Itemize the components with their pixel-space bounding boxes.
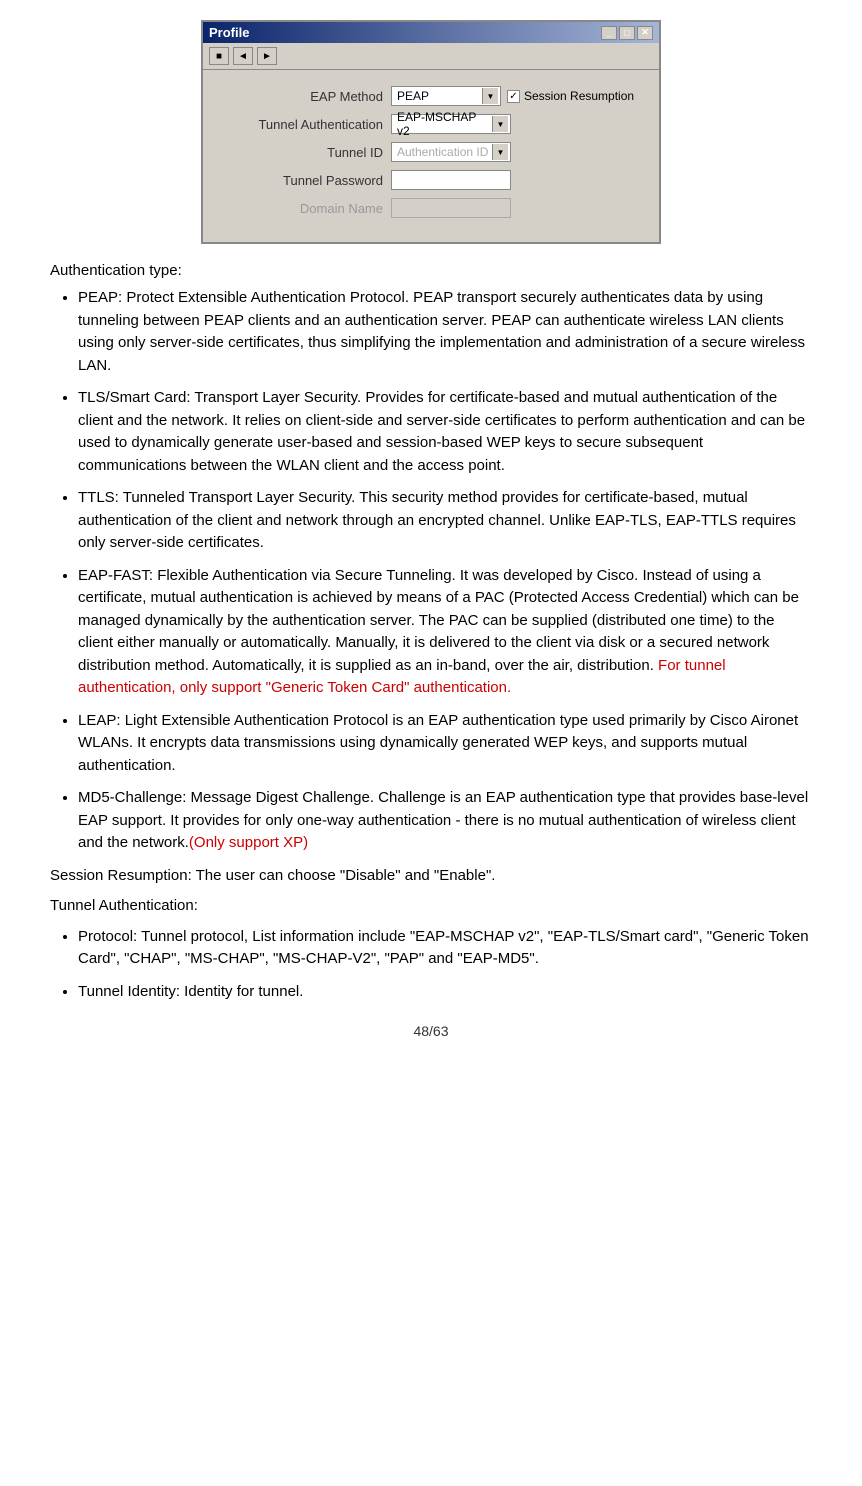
minimize-button[interactable]: _ [601,26,617,40]
toolbar-btn-stop[interactable]: ■ [209,47,229,65]
tunnel-auth-arrow[interactable]: ▼ [492,116,508,132]
eap-method-control: PEAP ▼ ✓ Session Resumption [391,86,634,106]
session-resumption-text: Session Resumption: The user can choose … [50,865,812,888]
list-item-peap: PEAP: Protect Extensible Authentication … [78,287,812,377]
tunnel-id-label: Tunnel ID [223,145,383,160]
tunnel-auth-control: EAP-MSCHAP v2 ▼ [391,114,511,134]
domain-name-input[interactable] [391,198,511,218]
page-indicator: 48/63 [413,1023,448,1039]
auth-type-heading: Authentication type: [50,262,812,279]
list-item-tunnel-identity: Tunnel Identity: Identity for tunnel. [78,981,812,1004]
tunnel-auth-label: Tunnel Authentication [223,117,383,132]
screenshot-area: Profile _ □ ✕ ■ ◄ ► EAP Method PEAP ▼ [40,20,822,244]
session-resumption-label: Session Resumption [524,89,634,103]
auth-type-list: PEAP: Protect Extensible Authentication … [78,287,812,855]
titlebar-controls: _ □ ✕ [601,26,653,40]
domain-name-row: Domain Name [223,198,639,218]
maximize-button[interactable]: □ [619,26,635,40]
tls-text: TLS/Smart Card: Transport Layer Security… [78,389,805,474]
tunnel-id-control: Authentication ID ▼ [391,142,511,162]
peap-text: PEAP: Protect Extensible Authentication … [78,289,805,374]
dialog-title: Profile [209,25,249,40]
dialog-toolbar: ■ ◄ ► [203,43,659,70]
tunnel-auth-heading: Tunnel Authentication: [50,895,812,918]
leap-text: LEAP: Light Extensible Authentication Pr… [78,712,798,774]
profile-dialog: Profile _ □ ✕ ■ ◄ ► EAP Method PEAP ▼ [201,20,661,244]
list-item-tls: TLS/Smart Card: Transport Layer Security… [78,387,812,477]
md5-highlight: (Only support XP) [189,834,308,851]
eap-method-row: EAP Method PEAP ▼ ✓ Session Resumption [223,86,639,106]
session-resumption-check[interactable]: ✓ [507,90,520,103]
list-item-protocol: Protocol: Tunnel protocol, List informat… [78,926,812,971]
eap-method-label: EAP Method [223,89,383,104]
list-item-eap-fast: EAP-FAST: Flexible Authentication via Se… [78,565,812,700]
tunnel-auth-value: EAP-MSCHAP v2 [394,110,492,138]
tunnel-password-input[interactable] [391,170,511,190]
tunnel-id-value: Authentication ID [394,145,492,159]
eap-method-value: PEAP [394,89,482,103]
tunnel-auth-row: Tunnel Authentication EAP-MSCHAP v2 ▼ [223,114,639,134]
footer: 48/63 [40,1023,822,1039]
tunnel-password-row: Tunnel Password [223,170,639,190]
tunnel-identity-text: Tunnel Identity: Identity for tunnel. [78,983,303,1000]
tunnel-password-control [391,170,511,190]
tunnel-password-label: Tunnel Password [223,173,383,188]
ttls-text: TTLS: Tunneled Transport Layer Security.… [78,489,796,551]
list-item-md5: MD5-Challenge: Message Digest Challenge.… [78,787,812,855]
dialog-titlebar: Profile _ □ ✕ [203,22,659,43]
md5-text-before: MD5-Challenge: Message Digest Challenge.… [78,789,808,851]
session-resumption-checkbox[interactable]: ✓ Session Resumption [507,89,634,103]
toolbar-btn-forward[interactable]: ► [257,47,277,65]
eap-method-arrow[interactable]: ▼ [482,88,498,104]
close-button[interactable]: ✕ [637,26,653,40]
domain-name-control [391,198,511,218]
list-item-ttls: TTLS: Tunneled Transport Layer Security.… [78,487,812,555]
domain-name-label: Domain Name [223,201,383,216]
tunnel-id-select[interactable]: Authentication ID ▼ [391,142,511,162]
tunnel-auth-list: Protocol: Tunnel protocol, List informat… [78,926,812,1004]
list-item-leap: LEAP: Light Extensible Authentication Pr… [78,710,812,778]
main-content: Authentication type: PEAP: Protect Exten… [40,262,822,1003]
tunnel-auth-select[interactable]: EAP-MSCHAP v2 ▼ [391,114,511,134]
toolbar-btn-back[interactable]: ◄ [233,47,253,65]
protocol-text: Protocol: Tunnel protocol, List informat… [78,928,809,968]
tunnel-id-row: Tunnel ID Authentication ID ▼ [223,142,639,162]
tunnel-id-arrow[interactable]: ▼ [492,144,508,160]
eap-method-select[interactable]: PEAP ▼ [391,86,501,106]
dialog-body: EAP Method PEAP ▼ ✓ Session Resumption T… [203,70,659,242]
